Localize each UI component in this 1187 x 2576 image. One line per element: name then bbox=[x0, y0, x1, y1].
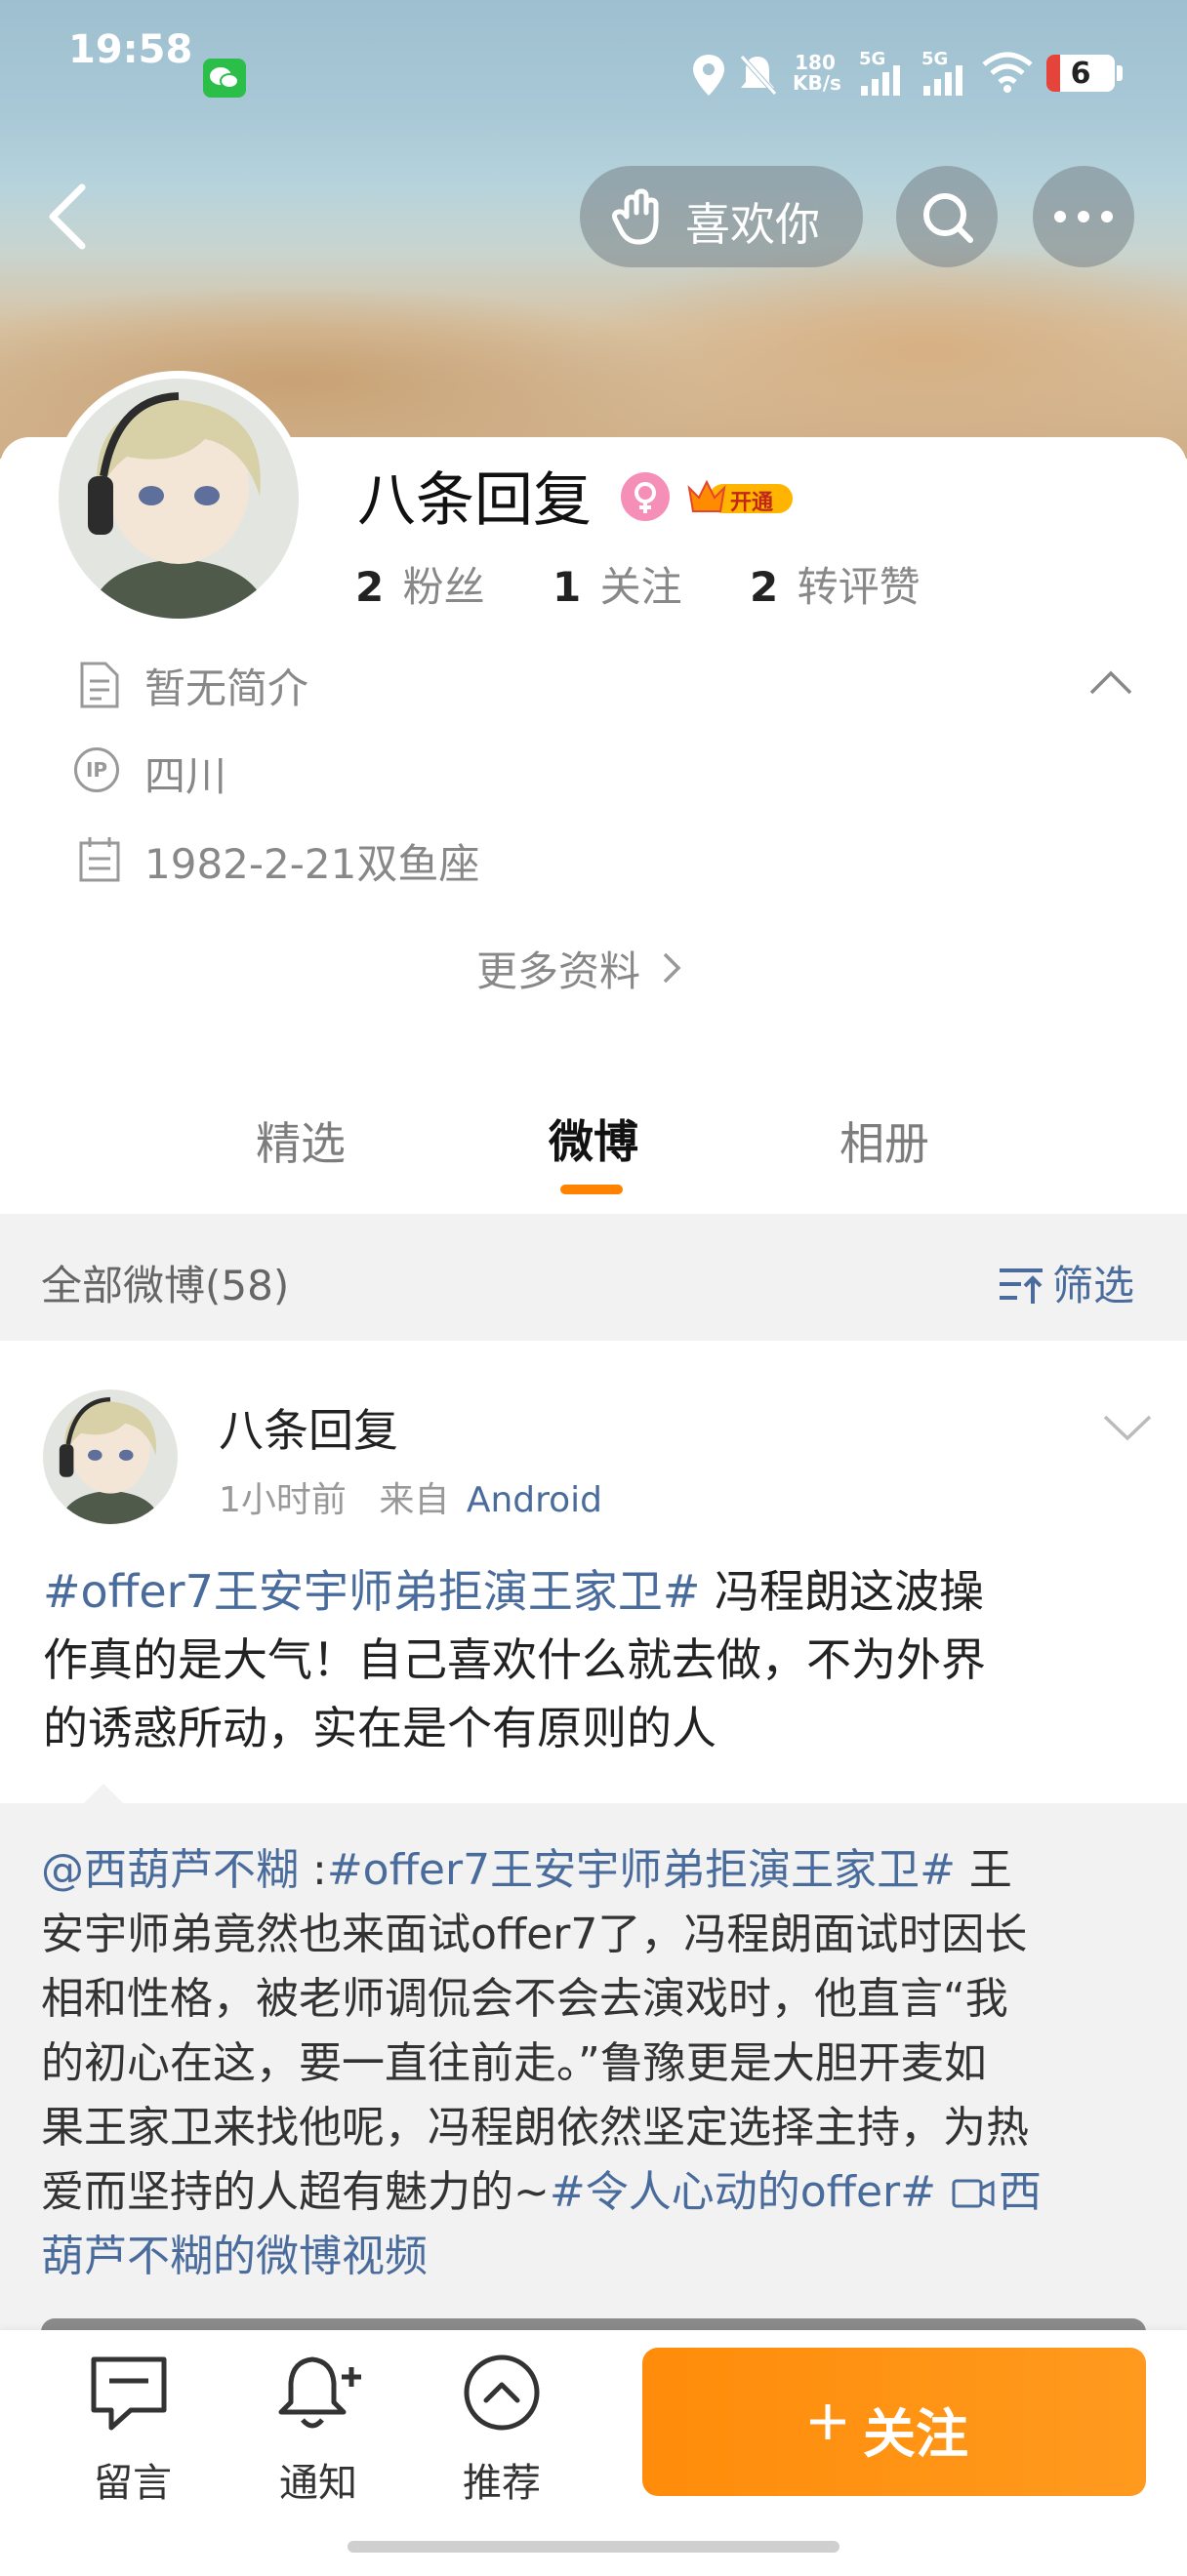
recommend-button[interactable]: 推荐 bbox=[433, 2344, 570, 2506]
repost-video-link-part1[interactable]: 西 bbox=[999, 2167, 1042, 2217]
post-avatar[interactable] bbox=[43, 1389, 178, 1524]
repost-line3: 相和性格，被老师调侃会不会去演戏时，他直言“我 bbox=[41, 1974, 1008, 2024]
stat-following-label: 关注 bbox=[599, 563, 682, 611]
post-text-line2: 作真的是大气！自己喜欢什么就去做，不为外界 bbox=[43, 1633, 986, 1686]
filter-icon bbox=[1000, 1268, 1043, 1304]
repost-text: @西葫芦不糊 :#offer7王安宇师弟拒演王家卫# 王 安宇师弟竟然也来面试o… bbox=[41, 1838, 1164, 2289]
notify-label: 通知 bbox=[279, 2461, 357, 2506]
battery-icon: 6 bbox=[1046, 55, 1115, 92]
status-time: 19:58 bbox=[68, 27, 193, 72]
post-text: #offer7王安宇师弟拒演王家卫# 冯程朗这波操 作真的是大气！自己喜欢什么就… bbox=[43, 1557, 1156, 1762]
comment-button[interactable]: 留言 bbox=[64, 2344, 201, 2506]
more-info-label: 更多资料 bbox=[476, 947, 641, 995]
repost-pointer bbox=[82, 1784, 125, 1805]
post-text-line3: 的诱惑所动，实在是个有原则的人 bbox=[43, 1702, 716, 1754]
post-meta: 1小时前 来自 Android bbox=[219, 1471, 602, 1522]
bell-plus-icon bbox=[278, 2356, 361, 2429]
avatar-frame bbox=[51, 371, 307, 626]
ip-icon: IP bbox=[74, 747, 119, 792]
chevron-up-circle-icon bbox=[464, 2355, 540, 2431]
document-icon bbox=[80, 662, 119, 708]
stat-rcl-count: 2 bbox=[750, 563, 779, 611]
recommend-label: 推荐 bbox=[463, 2461, 541, 2506]
tab-featured[interactable]: 精选 bbox=[256, 1108, 346, 1173]
location-icon bbox=[689, 51, 728, 103]
repost-line1-tail: 王 bbox=[955, 1845, 1012, 1895]
repost-video-link-part2[interactable]: 葫芦不糊的微博视频 bbox=[41, 2225, 1164, 2289]
stat-fans[interactable]: 2 粉丝 bbox=[355, 554, 485, 614]
stat-following-count: 1 bbox=[553, 563, 582, 611]
notify-button[interactable]: 通知 bbox=[250, 2344, 387, 2506]
signal-icon-2 bbox=[921, 64, 964, 101]
back-button[interactable] bbox=[39, 176, 98, 258]
calendar-icon bbox=[79, 837, 120, 882]
bio-text: 暂无简介 bbox=[144, 664, 309, 712]
stat-rcl-label: 转评赞 bbox=[797, 563, 921, 611]
mute-icon bbox=[736, 51, 779, 103]
avatar[interactable] bbox=[59, 379, 299, 619]
repost-line2: 安宇师弟竟然也来面试offer7了，冯程朗面试时因长 bbox=[41, 1910, 1028, 1959]
filter-button[interactable]: 筛选 bbox=[998, 1253, 1134, 1312]
post-source-prefix: 来自 bbox=[379, 1480, 450, 1520]
search-button[interactable] bbox=[896, 166, 998, 267]
repost-hashtag[interactable]: #offer7王安宇师弟拒演王家卫# bbox=[327, 1845, 956, 1895]
vip-open-label: 开通 bbox=[730, 491, 774, 515]
post-avatar-image bbox=[43, 1389, 178, 1524]
like-you-label: 喜欢你 bbox=[685, 198, 820, 251]
battery-percent: 6 bbox=[1070, 57, 1091, 91]
post-text-line1: 冯程朗这波操 bbox=[700, 1565, 985, 1618]
like-you-button[interactable]: 喜欢你 bbox=[580, 166, 863, 267]
stat-fans-label: 粉丝 bbox=[402, 563, 485, 611]
tab-album[interactable]: 相册 bbox=[839, 1108, 929, 1173]
plus-icon bbox=[810, 2404, 845, 2439]
location-text: 四川 bbox=[144, 752, 227, 800]
wechat-icon bbox=[203, 59, 246, 98]
stat-reposts-comments-likes[interactable]: 2 转评赞 bbox=[750, 554, 921, 614]
hand-wave-icon bbox=[611, 187, 670, 252]
more-button[interactable] bbox=[1033, 166, 1134, 267]
repost-line4: 的初心在这，要一直往前走。”鲁豫更是大胆开麦如 bbox=[41, 2038, 987, 2088]
more-dots-icon bbox=[1054, 211, 1113, 222]
message-icon bbox=[91, 2356, 167, 2431]
post-hashtag[interactable]: #offer7王安宇师弟拒演王家卫# bbox=[43, 1565, 700, 1618]
tab-active-indicator bbox=[560, 1185, 623, 1194]
female-icon bbox=[621, 472, 670, 521]
repost-mention[interactable]: @西葫芦不糊 bbox=[41, 1845, 299, 1895]
chevron-up-icon[interactable] bbox=[1087, 667, 1134, 697]
stat-following[interactable]: 1 关注 bbox=[553, 554, 682, 614]
repost-hashtag-2[interactable]: #令人心动的offer# bbox=[550, 2167, 936, 2217]
chevron-right-icon bbox=[664, 952, 681, 984]
repost-line5: 果王家卫来找他呢，冯程朗依然坚定选择主持，为热 bbox=[41, 2103, 1029, 2153]
post-source[interactable]: Android bbox=[467, 1480, 602, 1520]
chevron-down-icon[interactable] bbox=[1101, 1411, 1154, 1442]
stat-fans-count: 2 bbox=[355, 563, 385, 611]
birthday-text: 1982-2-21双鱼座 bbox=[144, 840, 480, 888]
follow-button[interactable]: 关注 bbox=[642, 2348, 1146, 2496]
comment-label: 留言 bbox=[94, 2461, 172, 2506]
profile-name: 八条回复 bbox=[357, 466, 592, 535]
follow-label: 关注 bbox=[863, 2403, 968, 2465]
filter-label: 筛选 bbox=[1052, 1262, 1135, 1309]
more-info-link[interactable]: 更多资料 bbox=[476, 939, 682, 998]
tab-weibo[interactable]: 微博 bbox=[549, 1107, 638, 1171]
search-icon bbox=[923, 193, 973, 243]
wifi-icon bbox=[980, 51, 1035, 98]
ip-icon-label: IP bbox=[85, 758, 108, 782]
battery-cap bbox=[1117, 65, 1123, 81]
back-arrow-icon bbox=[49, 183, 86, 250]
video-icon bbox=[952, 2179, 995, 2208]
post-time: 1小时前 bbox=[219, 1480, 347, 1520]
feed-title: 全部微博(58) bbox=[41, 1262, 290, 1309]
post-author-name[interactable]: 八条回复 bbox=[219, 1395, 398, 1460]
signal-icon-1 bbox=[859, 64, 902, 101]
avatar-image bbox=[59, 379, 299, 619]
net-speed: 180 KB/s bbox=[793, 51, 841, 95]
repost-line6: 爱而坚持的人超有魅力的~ bbox=[41, 2167, 550, 2217]
home-indicator bbox=[348, 2541, 839, 2553]
vip-open-badge[interactable]: 开通 bbox=[685, 472, 795, 521]
